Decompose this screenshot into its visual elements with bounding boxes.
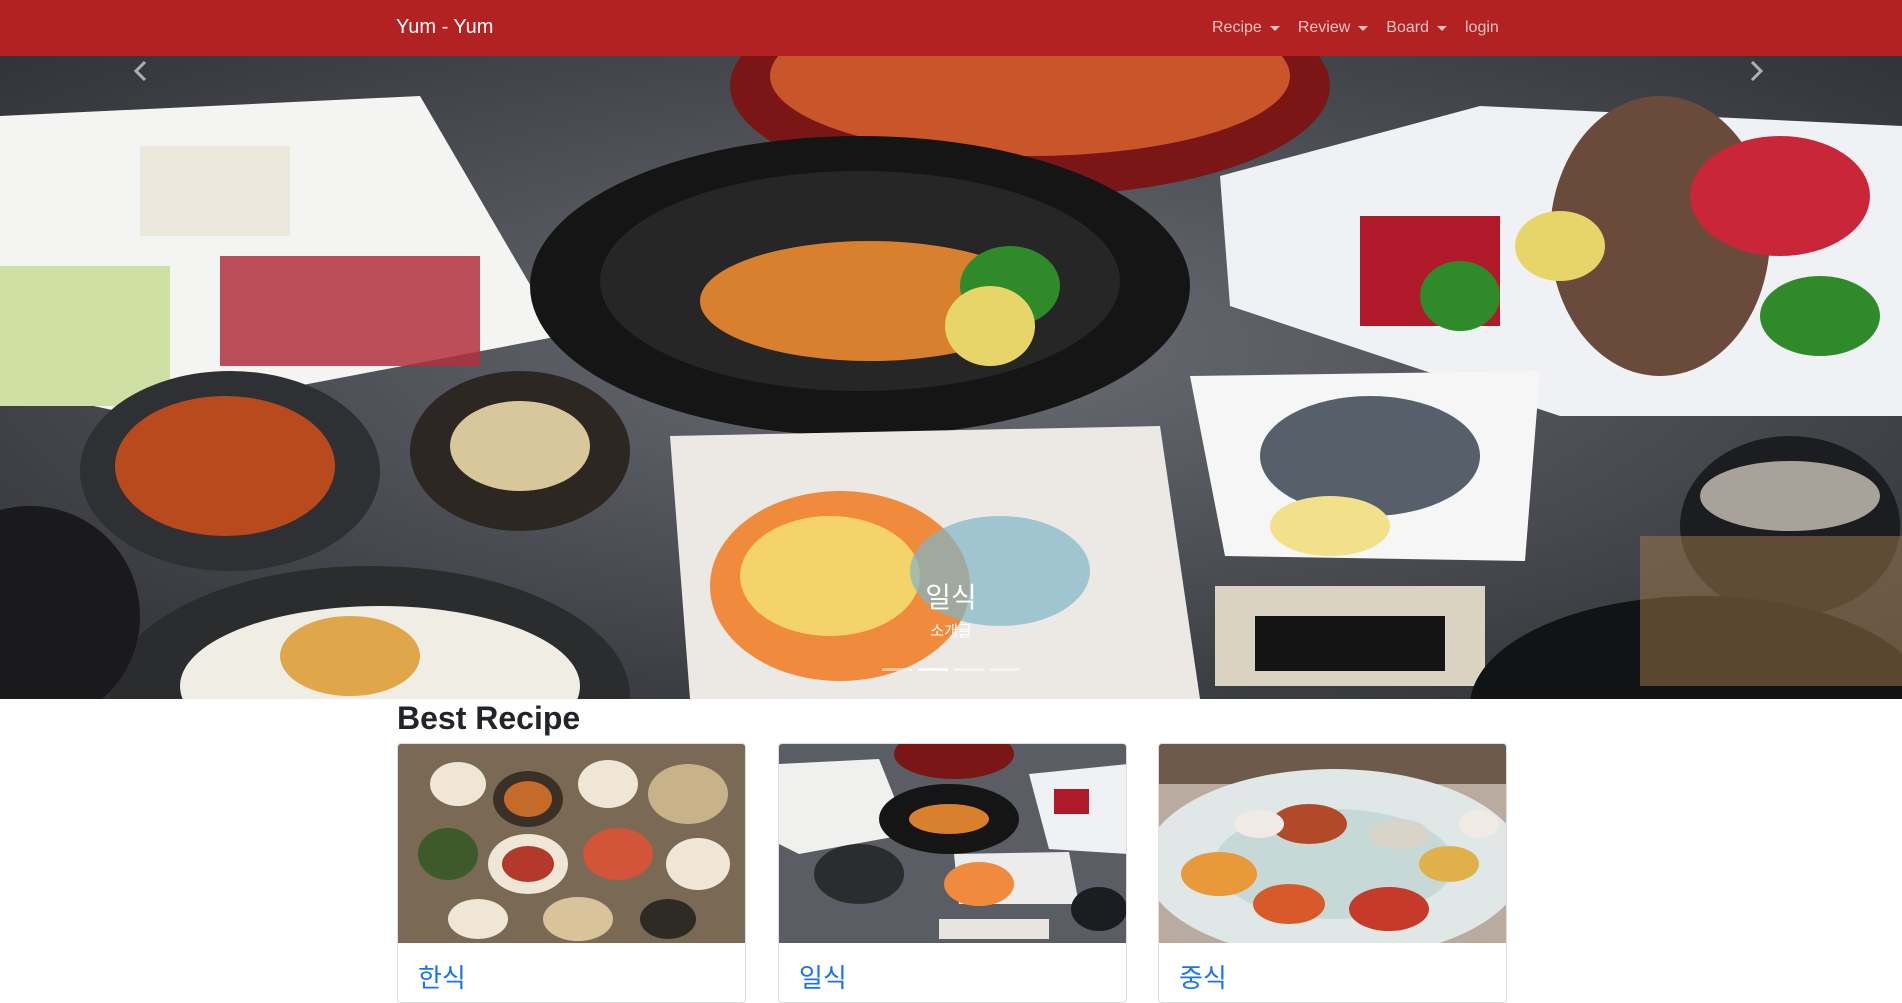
nav-board-label: Board	[1386, 19, 1429, 36]
chevron-left-icon[interactable]	[126, 56, 156, 86]
nav-review-label: Review	[1297, 19, 1351, 36]
card-image-japanese	[779, 744, 1126, 943]
card-image-korean	[398, 744, 745, 943]
nav-review-dropdown[interactable]: Review	[1297, 19, 1369, 37]
nav-login-link[interactable]: login	[1465, 19, 1499, 37]
section-heading-best-recipe: Best Recipe	[397, 700, 581, 736]
recipe-card-japanese[interactable]: 일식	[778, 743, 1127, 1003]
nav-recipe-label: Recipe	[1212, 19, 1262, 36]
card-image-chinese	[1159, 744, 1506, 943]
nav-login-label: login	[1464, 19, 1499, 36]
carousel-indicators	[0, 668, 1902, 671]
carousel-caption-text: 소개글	[930, 623, 972, 640]
nav-board-dropdown[interactable]: Board	[1386, 19, 1447, 37]
caret-down-icon	[1269, 25, 1280, 31]
carousel-caption-title: 일식	[925, 582, 977, 613]
card-title-japanese[interactable]: 일식	[799, 958, 847, 995]
recipe-card-chinese[interactable]: 중식	[1158, 743, 1507, 1003]
card-title-chinese[interactable]: 중식	[1179, 958, 1227, 995]
card-title-korean[interactable]: 한식	[418, 958, 466, 995]
navbar: Yum - Yum Recipe Review Board login	[0, 0, 1902, 56]
nav-menu: Recipe Review Board login	[1212, 0, 1499, 56]
carousel-indicator-3[interactable]	[954, 668, 984, 671]
carousel-indicator-2[interactable]	[918, 668, 948, 671]
caret-down-icon	[1436, 25, 1447, 31]
chevron-right-icon[interactable]	[1741, 56, 1771, 86]
brand-logo[interactable]: Yum - Yum	[396, 16, 493, 39]
carousel-indicator-1[interactable]	[882, 668, 912, 671]
caret-down-icon	[1358, 25, 1369, 31]
recipe-card-korean[interactable]: 한식	[397, 743, 746, 1003]
hero-carousel: 일식 소개글	[0, 56, 1902, 699]
nav-recipe-dropdown[interactable]: Recipe	[1212, 19, 1280, 37]
carousel-indicator-4[interactable]	[990, 668, 1020, 671]
